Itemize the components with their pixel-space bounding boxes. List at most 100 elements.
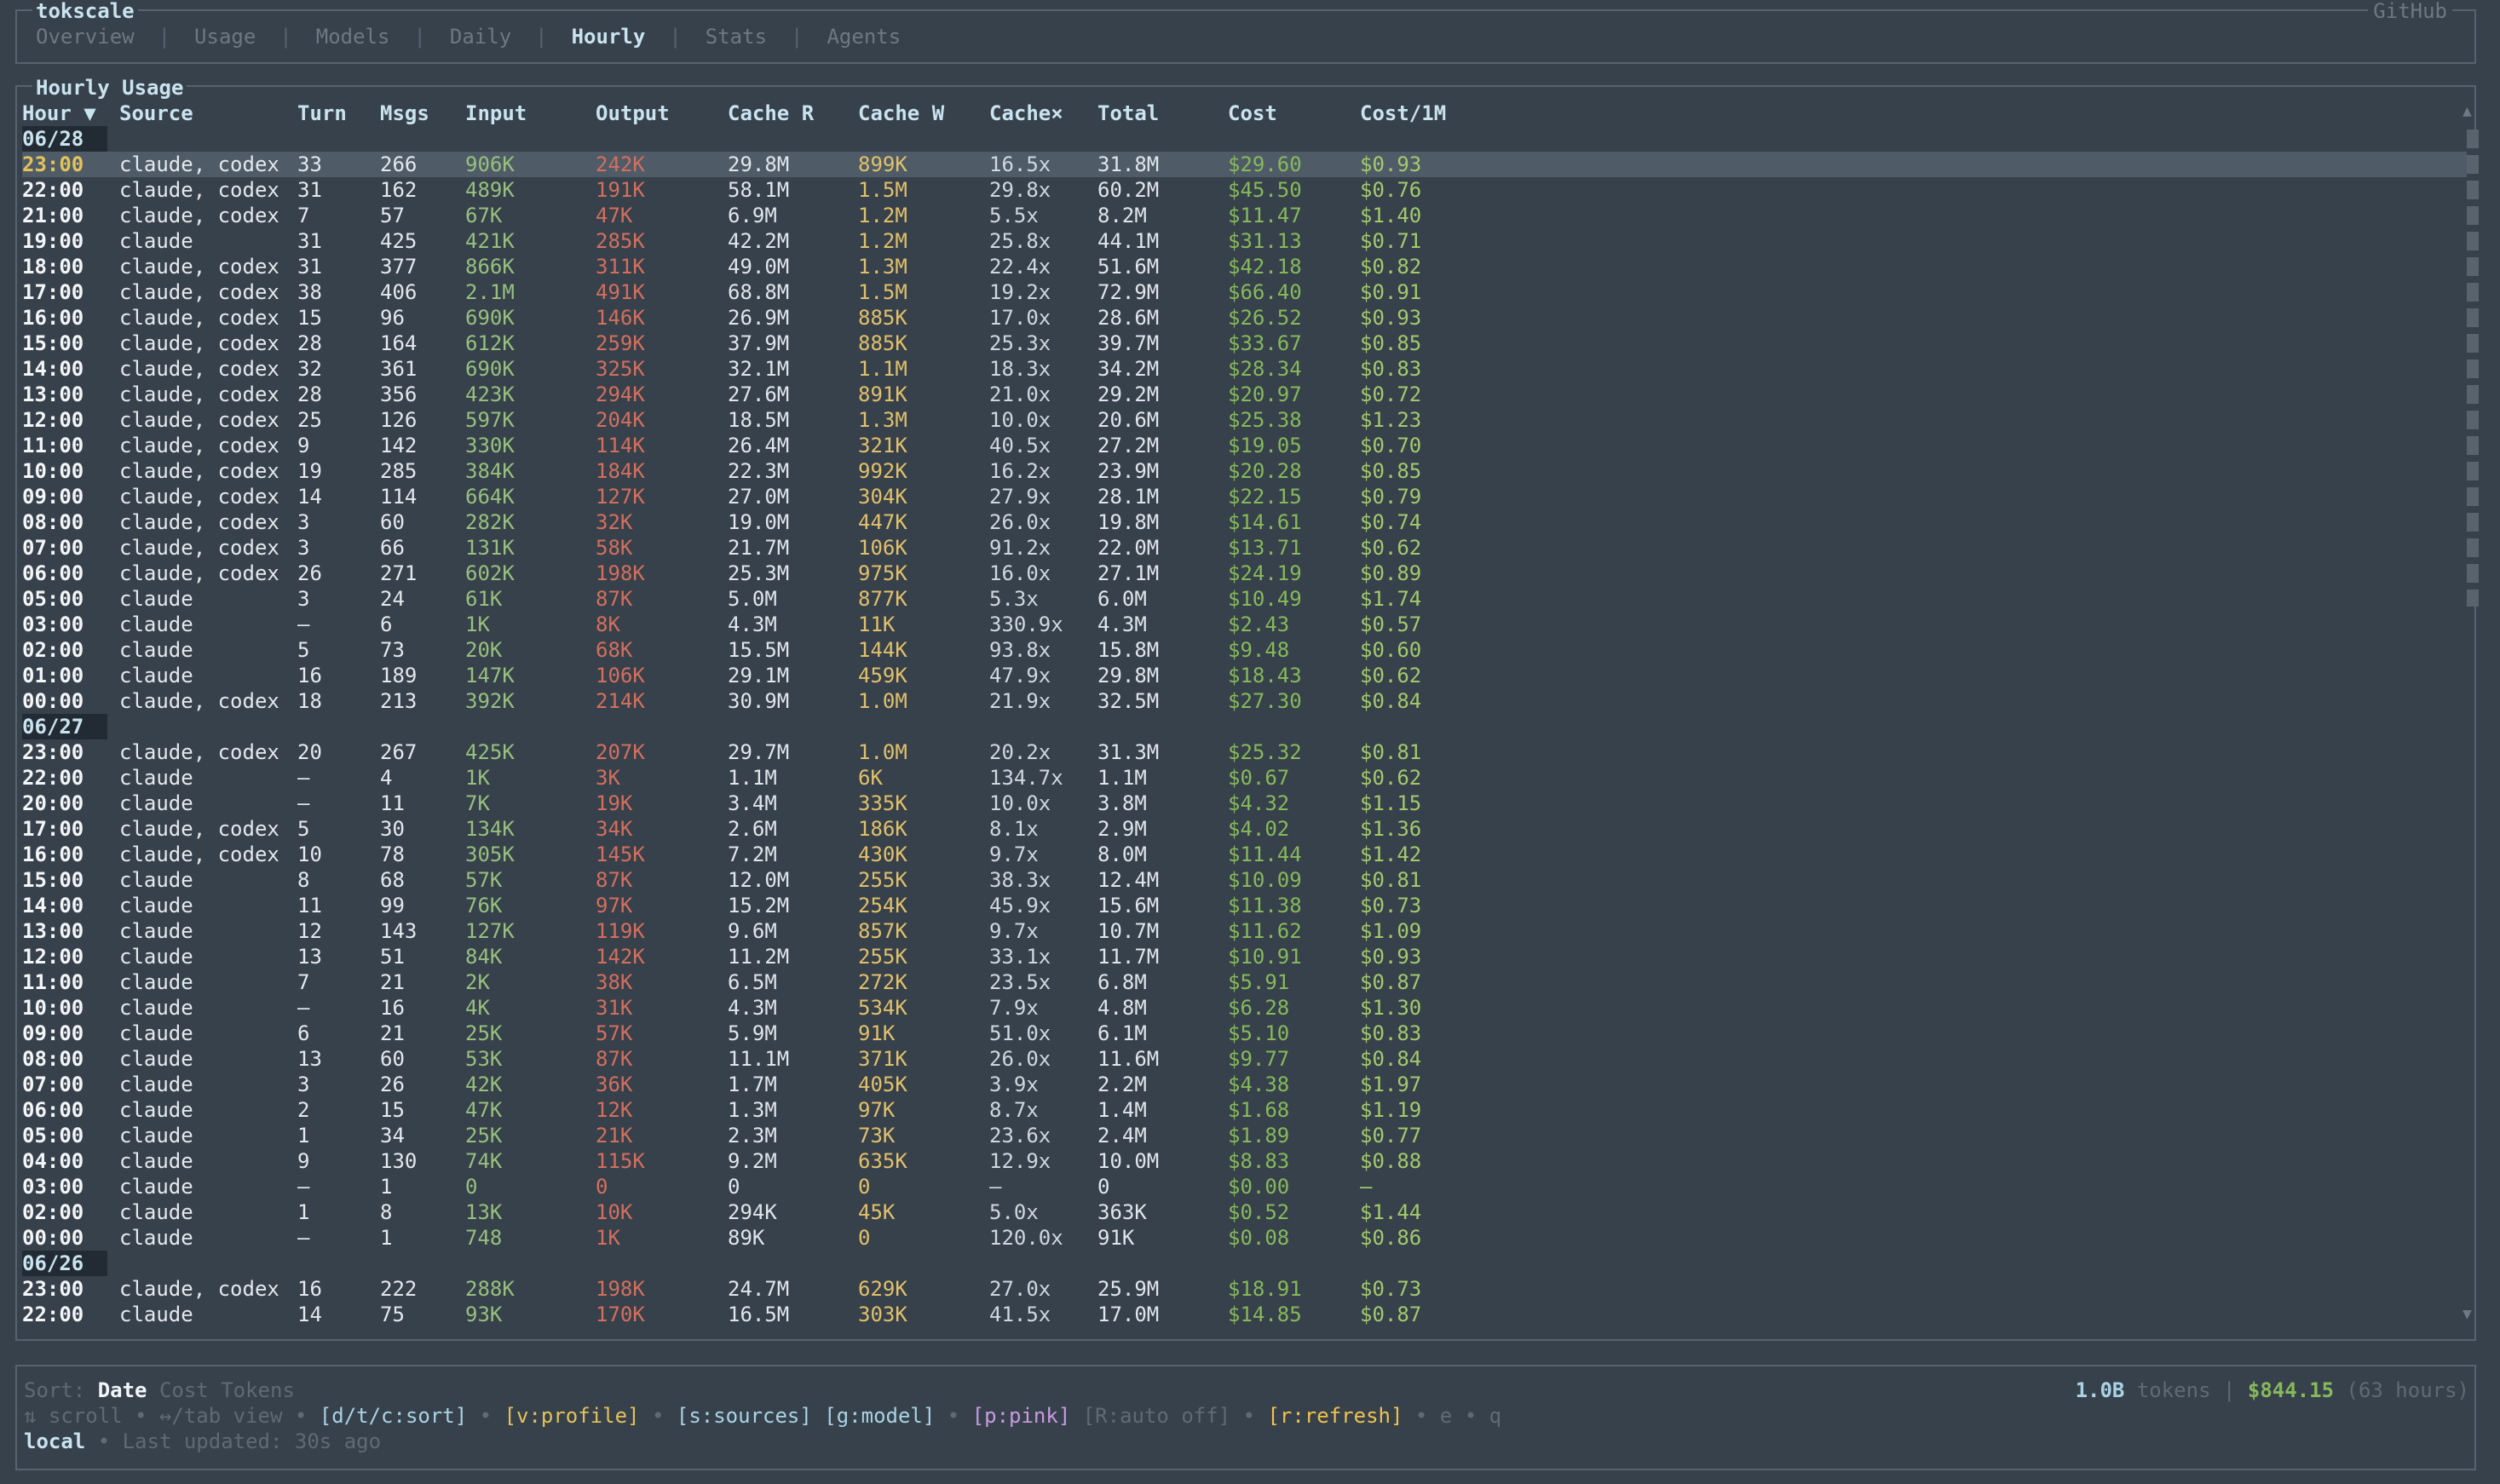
table-row[interactable]: 10:00 claude, codex 19 285 384K 184K 22.3M 992K… [22,458,2468,484]
cache-read-cell: 0 [728,1175,740,1199]
cache-ratio-cell: 41.5x [989,1303,1051,1326]
table-row[interactable]: 23:00 claude, codex 16 222 288K 198K 24.7M 629K… [22,1276,2468,1302]
table-row[interactable]: 15:00 claude, codex 28 164 612K 259K 37.9M 885K… [22,331,2468,356]
key-pink[interactable]: [p:pink] [972,1404,1071,1428]
table-row[interactable]: 16:00 claude, codex 15 96 690K 146K 26.9M 885K 1… [22,305,2468,331]
tab-usage[interactable]: Usage [194,24,256,49]
key-sources[interactable]: [s:sources] [677,1404,812,1428]
table-row[interactable]: 18:00 claude, codex 31 377 866K 311K 49.0M 1.3M… [22,254,2468,279]
table-row[interactable]: 08:00 claude 13 60 53K 87K 11.1M 371K 26.0x 11.6M… [22,1046,2468,1072]
column-header-cost-per-million[interactable]: Cost/1M [1360,101,1446,126]
key-e[interactable]: e [1440,1404,1452,1428]
msgs-cell: 51 [380,945,405,969]
source-cell: claude [119,766,193,790]
turn-cell: 7 [297,204,310,227]
table-row[interactable]: 21:00 claude, codex 7 57 67K 47K 6.9M 1.2M 5.5x 8… [22,203,2468,228]
table-row[interactable]: 08:00 claude, codex 3 60 282K 32K 19.0M 447K 26.… [22,509,2468,535]
tab-daily[interactable]: Daily [450,24,511,49]
key-profile[interactable]: [v:profile] [504,1404,640,1428]
column-header-cache-ratio[interactable]: Cache× [989,101,1063,126]
cost-cell: $1.68 [1228,1098,1290,1122]
tab-hourly[interactable]: Hourly [572,24,646,49]
source-cell: claude, codex [119,178,279,202]
key-auto-refresh[interactable]: [R:auto off] [1083,1404,1230,1428]
table-row[interactable]: 12:00 claude, codex 25 126 597K 204K 18.5M 1.3M… [22,407,2468,433]
table-row[interactable]: 03:00 claude — 1 0 0 0 0 — 0 $0.00 — [22,1174,2468,1199]
table-row[interactable]: 15:00 claude 8 68 57K 87K 12.0M 255K 38.3x 12.4M $… [22,867,2468,893]
table-row[interactable]: 16:00 claude, codex 10 78 305K 145K 7.2M 430K 9.… [22,842,2468,867]
output-cell: 115K [596,1149,645,1173]
input-cell: 612K [465,331,515,355]
column-header-output[interactable]: Output [596,101,670,126]
table-row[interactable]: 23:00 claude, codex 20 267 425K 207K 29.7M 1.0M… [22,739,2468,765]
key-sort[interactable]: [d/t/c:sort] [320,1404,467,1428]
table-row[interactable]: 17:00 claude, codex 38 406 2.1M 491K 68.8M 1.5M… [22,279,2468,305]
table-row[interactable]: 12:00 claude 13 51 84K 142K 11.2M 255K 33.1x 11.7… [22,944,2468,969]
table-row[interactable]: 02:00 claude 1 8 13K 10K 294K 45K 5.0x 363K $0.52 $… [22,1199,2468,1225]
github-link[interactable]: GitHub [2368,0,2452,22]
column-header-cache-write[interactable]: Cache W [858,101,944,126]
table-row[interactable]: 04:00 claude 9 130 74K 115K 9.2M 635K 12.9x 10.0M… [22,1148,2468,1174]
column-header-hour[interactable]: Hour ▼ [22,101,96,126]
column-header-cost[interactable]: Cost [1228,101,1277,126]
column-header-msgs[interactable]: Msgs [380,101,429,126]
table-row[interactable]: 06:00 claude, codex 26 271 602K 198K 25.3M 975K… [22,561,2468,586]
column-header-total[interactable]: Total [1097,101,1159,126]
cache-ratio-cell: 93.8x [989,638,1051,662]
table-row[interactable]: 10:00 claude — 16 4K 31K 4.3M 534K 7.9x 4.8M $6.28… [22,995,2468,1021]
key-refresh[interactable]: [r:refresh] [1267,1404,1403,1428]
key-model[interactable]: [g:model] [824,1404,935,1428]
tab-models[interactable]: Models [316,24,390,49]
table-row[interactable]: 11:00 claude, codex 9 142 330K 114K 26.4M 321K 4… [22,433,2468,458]
table-row[interactable]: 02:00 claude 5 73 20K 68K 15.5M 144K 93.8x 15.8M $… [22,637,2468,663]
sort-option-date[interactable]: Date [98,1378,147,1402]
cost-per-million-cell: $0.60 [1360,638,1422,662]
cache-ratio-cell: 8.7x [989,1098,1039,1122]
msgs-cell: 30 [380,817,405,841]
table-row[interactable]: 14:00 claude 11 99 76K 97K 15.2M 254K 45.9x 15.6M… [22,893,2468,918]
table-row[interactable]: 11:00 claude 7 21 2K 38K 6.5M 272K 23.5x 6.8M $5.9… [22,969,2468,995]
column-header-turn[interactable]: Turn [297,101,347,126]
column-header-input[interactable]: Input [465,101,527,126]
turn-cell: 2 [297,1098,310,1122]
table-row[interactable]: 00:00 claude — 1 748 1K 89K 0 120.0x 91K $0.08 $0.8… [22,1225,2468,1251]
table-row[interactable]: 13:00 claude, codex 28 356 423K 294K 27.6M 891K… [22,382,2468,407]
table-row[interactable]: 13:00 claude 12 143 127K 119K 9.6M 857K 9.7x 10.7… [22,918,2468,944]
cache-ratio-cell: 17.0x [989,306,1051,330]
table-row[interactable]: 09:00 claude 6 21 25K 57K 5.9M 91K 51.0x 6.1M $5.1… [22,1021,2468,1046]
table-row[interactable]: 22:00 claude, codex 31 162 489K 191K 58.1M 1.5M… [22,177,2468,203]
key-scroll: ⇅ scroll [24,1404,123,1428]
tab-agents[interactable]: Agents [827,24,901,49]
column-header-source[interactable]: Source [119,101,193,126]
table-row[interactable]: 05:00 claude 1 34 25K 21K 2.3M 73K 23.6x 2.4M $1.8… [22,1123,2468,1148]
table-row[interactable]: 22:00 claude — 4 1K 3K 1.1M 6K 134.7x 1.1M $0.67 $0… [22,765,2468,791]
table-row[interactable]: 07:00 claude, codex 3 66 131K 58K 21.7M 106K 91.… [22,535,2468,561]
table-row[interactable]: 07:00 claude 3 26 42K 36K 1.7M 405K 3.9x 2.2M $4.3… [22,1072,2468,1097]
sort-option-tokens[interactable]: Tokens [221,1378,295,1402]
table-row[interactable]: 23:00 claude, codex 33 266 906K 242K 29.8M 899K… [22,152,2468,177]
tab-stats[interactable]: Stats [706,24,767,49]
table-row[interactable]: 22:00 claude 14 75 93K 170K 16.5M 303K 41.5x 17.0… [22,1302,2468,1327]
scroll-up-arrow-icon[interactable]: ▲ [2463,102,2472,120]
scrollbar-thumb[interactable] [2467,129,2479,607]
table-row[interactable]: 17:00 claude, codex 5 30 134K 34K 2.6M 186K 8.1x… [22,816,2468,842]
table-row[interactable]: 20:00 claude — 11 7K 19K 3.4M 335K 10.0x 3.8M $4.3… [22,791,2468,816]
table-row[interactable]: 14:00 claude, codex 32 361 690K 325K 32.1M 1.1M… [22,356,2468,382]
cost-cell: $9.77 [1228,1047,1290,1071]
table-row[interactable]: 00:00 claude, codex 18 213 392K 214K 30.9M 1.0M… [22,688,2468,714]
table-row[interactable]: 09:00 claude, codex 14 114 664K 127K 27.0M 304K… [22,484,2468,509]
sort-option-cost[interactable]: Cost [159,1378,209,1402]
cache-write-cell: 992K [858,459,907,483]
cache-ratio-cell: 10.0x [989,408,1051,432]
table-row[interactable]: 06:00 claude 2 15 47K 12K 1.3M 97K 8.7x 1.4M $1.68… [22,1097,2468,1123]
table-row[interactable]: 01:00 claude 16 189 147K 106K 29.1M 459K 47.9x 29… [22,663,2468,688]
table-row[interactable]: 05:00 claude 3 24 61K 87K 5.0M 877K 5.3x 6.0M $10.… [22,586,2468,612]
scroll-down-arrow-icon[interactable]: ▼ [2463,1305,2472,1323]
table-row[interactable]: 19:00 claude 31 425 421K 285K 42.2M 1.2M 25.8x 44… [22,228,2468,254]
hour-cell: 09:00 [22,485,84,509]
tab-overview[interactable]: Overview [36,24,135,49]
cache-write-cell: 891K [858,383,907,406]
table-row[interactable]: 03:00 claude — 6 1K 8K 4.3M 11K 330.9x 4.3M $2.43 $… [22,612,2468,637]
column-header-cache-read[interactable]: Cache R [728,101,814,126]
key-quit[interactable]: q [1489,1404,1501,1428]
